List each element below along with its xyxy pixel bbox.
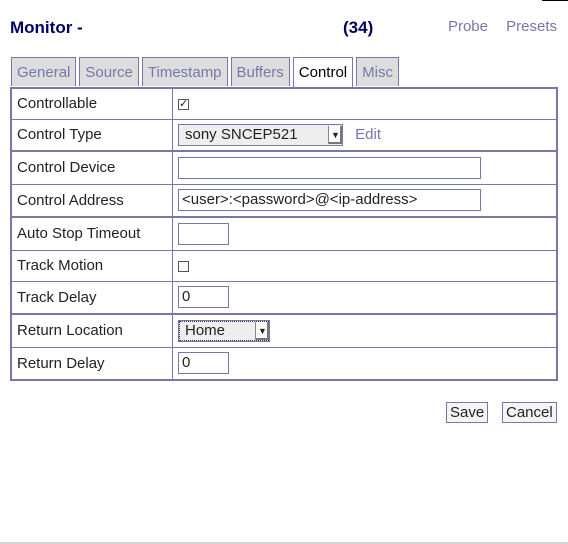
row-track-delay: Track Delay 0 (10, 280, 558, 315)
row-control-type: Control Type sony SNCEP521 ▼ Edit (10, 118, 558, 152)
tab-buffers[interactable]: Buffers (230, 57, 290, 86)
monitor-count: (34) (343, 18, 374, 37)
return-delay-input[interactable]: 0 (178, 352, 229, 375)
cancel-button[interactable]: Cancel (502, 402, 557, 423)
return-delay-label: Return Delay (10, 346, 173, 381)
control-address-input[interactable]: <user>:<password>@<ip-address> (178, 189, 481, 212)
tab-misc[interactable]: Misc (356, 57, 399, 86)
chevron-down-icon: ▼ (328, 125, 342, 144)
controllable-checkbox[interactable]: ✓ (178, 98, 189, 110)
auto-stop-timeout-label: Auto Stop Timeout (10, 216, 173, 251)
track-motion-checkbox[interactable] (178, 260, 189, 272)
tab-bar: General Source Timestamp Buffers Control… (11, 57, 399, 88)
track-motion-label: Track Motion (10, 249, 173, 282)
row-control-address: Control Address <user>:<password>@<ip-ad… (10, 183, 558, 218)
control-type-label: Control Type (10, 118, 173, 152)
row-return-location: Return Location Home ▼ (10, 313, 558, 348)
probe-link[interactable]: Probe (448, 18, 488, 35)
return-location-label: Return Location (10, 313, 173, 348)
page-title: Monitor - (10, 18, 83, 37)
control-address-label: Control Address (10, 183, 173, 218)
return-location-value: Home (185, 322, 226, 340)
control-settings-table: Controllable ✓ Control Type sony SNCEP52… (10, 87, 558, 381)
controllable-label: Controllable (10, 87, 173, 120)
control-type-value: sony SNCEP521 (185, 126, 298, 144)
return-location-select[interactable]: Home ▼ (178, 319, 270, 342)
control-device-input[interactable] (178, 156, 481, 179)
track-delay-input[interactable]: 0 (178, 286, 229, 309)
control-device-label: Control Device (10, 150, 173, 185)
save-button[interactable]: Save (446, 402, 489, 423)
control-type-select[interactable]: sony SNCEP521 ▼ (178, 123, 343, 146)
top-edge-bar (542, 0, 568, 1)
row-control-device: Control Device (10, 150, 558, 185)
row-track-motion: Track Motion (10, 249, 558, 282)
row-controllable: Controllable ✓ (10, 87, 558, 120)
auto-stop-timeout-input[interactable] (178, 222, 229, 245)
tab-source[interactable]: Source (79, 57, 139, 86)
row-return-delay: Return Delay 0 (10, 346, 558, 381)
chevron-down-icon: ▼ (255, 321, 269, 340)
track-delay-label: Track Delay (10, 280, 173, 315)
row-auto-stop-timeout: Auto Stop Timeout (10, 216, 558, 251)
tab-control[interactable]: Control (292, 57, 354, 88)
tab-general[interactable]: General (11, 57, 77, 86)
edit-control-type-link[interactable]: Edit (355, 126, 381, 143)
tab-timestamp[interactable]: Timestamp (141, 57, 228, 86)
header-links: Probe Presets (434, 18, 557, 35)
presets-link[interactable]: Presets (506, 18, 557, 35)
